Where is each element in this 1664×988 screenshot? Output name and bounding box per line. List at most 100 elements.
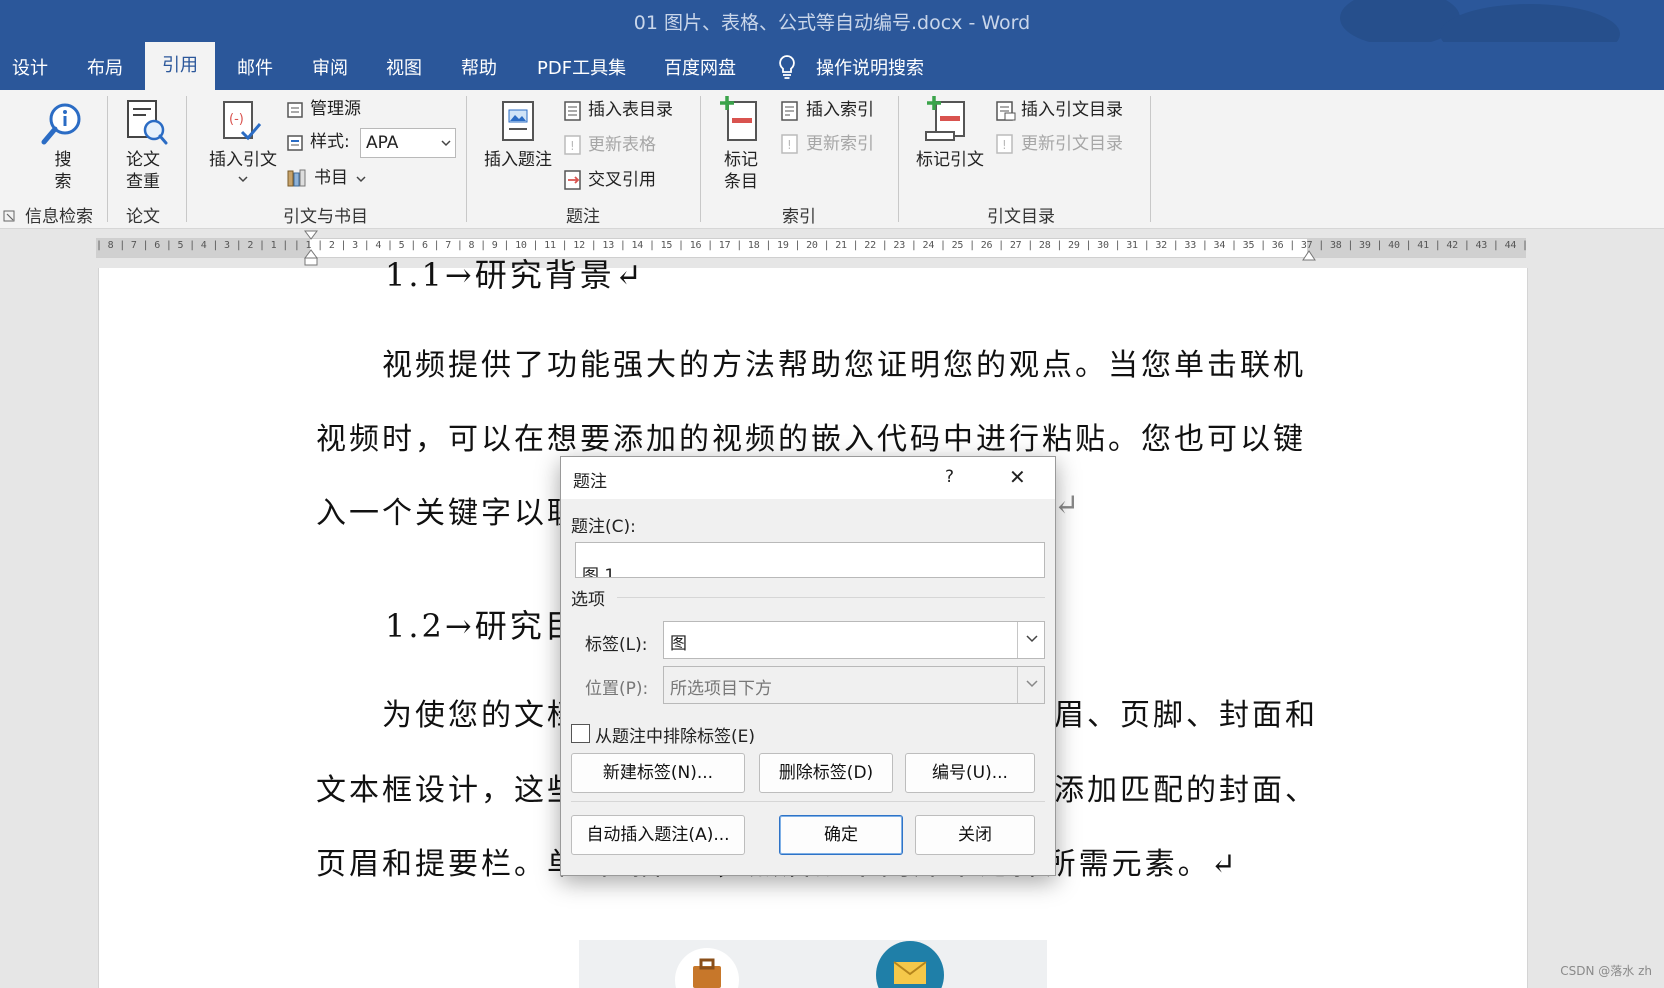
update-table-label: 更新表格: [588, 135, 656, 155]
autocaption-button[interactable]: 自动插入题注(A)...: [571, 815, 745, 855]
ribbon-tab-bar: 设计 布局 引用 邮件 审阅 视图 帮助 PDF工具集 百度网盘 操作说明搜索: [0, 42, 1664, 90]
options-divider: [617, 597, 1045, 598]
manage-sources-icon: [287, 102, 303, 118]
svg-text:!: !: [570, 139, 575, 153]
group-separator: [898, 96, 899, 222]
label-select-arrow[interactable]: [1017, 622, 1044, 658]
group-label-captions: 题注: [566, 207, 600, 227]
group-separator: [107, 96, 108, 222]
label-select[interactable]: 图: [663, 621, 1045, 659]
caption-label: 题注(C):: [571, 517, 636, 537]
insert-table-of-authorities-label: 插入引文目录: [1021, 100, 1123, 120]
insert-caption-label: 插入题注: [484, 150, 552, 170]
group-separator: [1150, 96, 1151, 222]
watermark: CSDN @落水 zh: [1560, 964, 1652, 978]
mail-icon: [876, 941, 944, 988]
inserted-image[interactable]: [579, 940, 1047, 988]
paragraph-line: 为使您的文档: [382, 698, 580, 733]
mark-citation-icon: [925, 96, 965, 141]
heading-research-background: 1.1→研究背景↵: [385, 256, 645, 294]
manage-sources-label: 管理源: [310, 99, 361, 119]
tab-references[interactable]: 引用: [145, 42, 215, 90]
title-bar: 01 图片、表格、公式等自动编号.docx - Word: [0, 0, 1664, 64]
search-label-line2: 索: [54, 172, 72, 192]
briefcase-icon: [675, 948, 739, 988]
tab-layout[interactable]: 布局: [87, 54, 123, 80]
label-label: 标签(L):: [585, 635, 648, 655]
position-select: 所选项目下方: [663, 666, 1045, 704]
style-value: APA: [366, 133, 399, 153]
ribbon: 搜 索 信息检索 论文 查重 论文 (-) 插入引文 管理源 样式: APA 书…: [0, 90, 1664, 229]
group-label-citations-bibliography: 引文与书目: [283, 207, 368, 227]
tab-help[interactable]: 帮助: [461, 54, 497, 80]
caption-input[interactable]: 图 1: [575, 542, 1045, 578]
lightbulb-icon: [779, 55, 795, 79]
update-table-of-authorities-icon: !: [996, 134, 1013, 154]
close-x-button[interactable]: ✕: [1009, 465, 1026, 489]
help-button[interactable]: ?: [945, 467, 954, 487]
tell-me-search[interactable]: 操作说明搜索: [816, 54, 924, 80]
update-table-icon: !: [564, 135, 581, 155]
ok-button[interactable]: 确定: [779, 815, 903, 855]
tab-design[interactable]: 设计: [12, 54, 48, 80]
chevron-down-icon: [1026, 635, 1038, 643]
paragraph-line: 视频提供了功能强大的方法帮助您证明您的观点。当您单击联机: [382, 348, 1306, 383]
style-icon: [287, 135, 303, 151]
group-label-research: 信息检索: [25, 207, 93, 227]
svg-text:(-): (-): [229, 112, 244, 127]
group-separator: [186, 96, 187, 222]
svg-text:!: !: [787, 138, 792, 152]
options-label: 选项: [571, 590, 605, 610]
group-separator: [466, 96, 467, 222]
right-indent-marker-icon[interactable]: [1302, 248, 1316, 262]
position-select-value: 所选项目下方: [670, 679, 772, 699]
chevron-down-icon: [1026, 680, 1038, 688]
search-info-icon: [41, 103, 81, 145]
cross-reference-icon: [564, 170, 581, 190]
insert-citation-icon: (-): [223, 101, 262, 141]
indent-marker-icon[interactable]: [304, 230, 318, 266]
paper-check-label-line2: 查重: [126, 172, 160, 192]
cross-reference-label: 交叉引用: [588, 170, 656, 190]
paragraph-line: 入一个关键字以联: [316, 496, 580, 531]
delete-label-button[interactable]: 删除标签(D): [759, 753, 893, 793]
group-label-index: 索引: [782, 207, 816, 227]
heading-research-objective: 1.2→研究目: [385, 607, 580, 645]
tab-pdf-tools[interactable]: PDF工具集: [537, 54, 626, 80]
exclude-label-checkbox[interactable]: [571, 724, 590, 743]
paragraph-line: 文本框设计，这些: [316, 773, 580, 808]
tab-baidu-netdisk[interactable]: 百度网盘: [664, 54, 736, 80]
position-label: 位置(P):: [585, 679, 649, 699]
group-separator: [700, 96, 701, 222]
bibliography-label: 书目: [314, 168, 348, 188]
mark-entry-label-line1: 标记: [724, 150, 758, 170]
search-label-line1: 搜: [54, 150, 72, 170]
insert-citation-label: 插入引文: [209, 150, 277, 170]
new-label-button[interactable]: 新建标签(N)...: [571, 753, 745, 793]
dialog-title-bar[interactable]: 题注 ? ✕: [561, 457, 1055, 499]
chevron-down-icon: [356, 176, 366, 183]
chevron-down-icon: [238, 176, 248, 183]
style-label: 样式:: [310, 132, 350, 152]
close-button[interactable]: 关闭: [915, 815, 1035, 855]
numbering-button[interactable]: 编号(U)...: [905, 753, 1035, 793]
insert-caption-icon: [502, 101, 534, 141]
tab-view[interactable]: 视图: [386, 54, 422, 80]
tab-mailings[interactable]: 邮件: [237, 54, 273, 80]
chevron-down-icon: [441, 140, 451, 147]
table-of-figures-icon: [564, 101, 581, 121]
insert-table-of-figures-label: 插入表目录: [588, 100, 673, 120]
dialog-title: 题注: [573, 472, 607, 492]
group-label-table-of-authorities: 引文目录: [987, 207, 1055, 227]
style-dropdown[interactable]: APA: [360, 128, 456, 158]
group-label-paper: 论文: [126, 207, 160, 227]
position-select-arrow: [1017, 667, 1044, 703]
tab-review[interactable]: 审阅: [312, 54, 348, 80]
dialog-launcher-icon[interactable]: [3, 210, 15, 222]
paragraph-line: 眉、页脚、封面和: [1054, 698, 1318, 733]
svg-text:!: !: [1002, 138, 1007, 152]
mark-entry-label-line2: 条目: [724, 172, 758, 192]
exclude-label-text: 从题注中排除标签(E): [595, 727, 756, 747]
insert-index-icon: [781, 101, 798, 121]
window-title: 01 图片、表格、公式等自动编号.docx - Word: [633, 12, 1031, 34]
